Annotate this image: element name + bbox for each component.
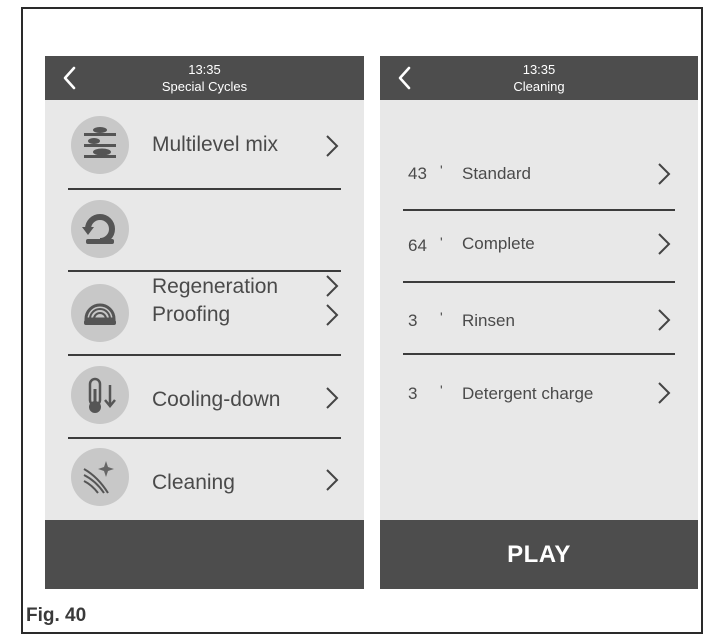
duration-minutes: 3 — [408, 384, 418, 403]
cleaning-option-label: Standard — [462, 164, 531, 183]
cycle-item-regeneration[interactable] — [45, 189, 364, 273]
divider — [403, 209, 675, 211]
chevron-right-icon — [326, 275, 339, 297]
duration-minutes: 64 — [408, 236, 427, 255]
chevron-right-icon — [658, 163, 671, 185]
thermometer-down-icon — [71, 366, 129, 424]
screen-title: Special Cycles — [161, 79, 248, 94]
minute-mark: ' — [440, 234, 443, 250]
screen-title: Cleaning — [513, 79, 565, 94]
clock-time: 13:35 — [522, 62, 556, 77]
cleaning-option-complete[interactable]: 64 ' Complete — [380, 212, 698, 282]
cleaning-option-detergent-charge[interactable]: 3 ' Detergent charge — [380, 356, 698, 426]
duration-minutes: 43 — [408, 164, 427, 183]
chevron-right-icon — [326, 387, 339, 409]
divider — [68, 270, 341, 272]
minute-mark: ' — [440, 382, 443, 398]
divider — [403, 281, 675, 283]
footer-bar — [45, 520, 364, 589]
chevron-right-icon — [658, 309, 671, 331]
minute-mark: ' — [440, 162, 443, 178]
cycle-label: Multilevel mix — [152, 133, 279, 156]
regeneration-icon — [71, 200, 129, 258]
proofing-icon — [71, 284, 129, 342]
duration-minutes: 3 — [408, 311, 418, 330]
play-label: PLAY — [507, 540, 571, 568]
cycle-label-cooling-down[interactable]: Cooling-down — [152, 388, 280, 412]
special-cycles-screen: 13:35 Special Cycles Multilevel mix Rege… — [45, 56, 364, 589]
cleaning-sparkle-icon — [71, 448, 129, 506]
cleaning-option-standard[interactable]: 43 ' Standard — [380, 140, 698, 210]
chevron-right-icon — [326, 304, 339, 326]
header-bar: 13:35 Cleaning — [380, 56, 698, 100]
cleaning-option-label: Detergent charge — [462, 384, 594, 403]
cycle-label-cleaning[interactable]: Cleaning — [152, 471, 235, 495]
figure-caption: Fig. 40 — [26, 605, 87, 626]
chevron-right-icon — [658, 382, 671, 404]
chevron-right-icon — [326, 135, 339, 157]
multilevel-mix-icon — [71, 116, 129, 174]
chevron-right-icon — [658, 233, 671, 255]
cleaning-option-label: Rinsen — [462, 311, 515, 330]
cleaning-option-label: Complete — [462, 234, 535, 253]
cycle-label-regeneration: Regeneration — [152, 275, 279, 298]
chevron-right-icon — [326, 469, 339, 491]
divider — [68, 437, 341, 439]
divider — [68, 354, 341, 356]
clock-time: 13:35 — [188, 62, 221, 77]
divider — [403, 353, 675, 355]
minute-mark: ' — [440, 309, 443, 325]
cleaning-screen: 13:35 Cleaning 43 ' Standard 64 ' Comple… — [380, 56, 698, 589]
cleaning-option-rinsen[interactable]: 3 ' Rinsen — [380, 284, 698, 354]
play-button[interactable]: PLAY — [380, 520, 698, 589]
cycle-label-proofing[interactable]: Proofing — [152, 303, 230, 327]
cycle-item-multilevel-mix[interactable]: Multilevel mix — [45, 103, 364, 187]
header-bar: 13:35 Special Cycles — [45, 56, 364, 100]
